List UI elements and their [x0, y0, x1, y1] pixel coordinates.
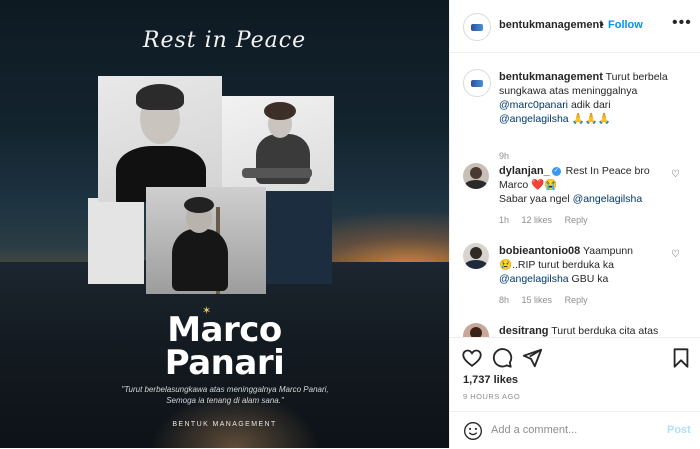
comment-icon[interactable]	[491, 347, 513, 369]
more-dots-icon[interactable]: •••	[672, 14, 692, 32]
comment-likes[interactable]: 15 likes	[522, 295, 553, 305]
post-image[interactable]: Rest in Peace ✶ Marco Panari "Turut berb…	[0, 0, 449, 448]
avatar-head	[470, 167, 482, 179]
caption-username[interactable]: bentukmanagement	[499, 71, 603, 83]
likes-count[interactable]: 1,737 likes	[463, 374, 518, 386]
comment-emoji: 😢	[499, 259, 513, 271]
caption-text: bentukmanagement Turut berbela sungkawa …	[499, 70, 675, 126]
mention-link[interactable]: @marc0panari	[499, 99, 568, 111]
comment-meta: 1h 12 likes Reply	[499, 215, 598, 225]
caption-emoji: 🙏🙏🙏	[571, 113, 611, 125]
comment-input[interactable]	[491, 420, 651, 440]
share-icon[interactable]	[521, 347, 543, 369]
avatar[interactable]	[463, 243, 489, 269]
person-hair	[264, 102, 296, 120]
mention-link[interactable]: @angelagilsha	[499, 113, 569, 125]
header-username[interactable]: bentukmanagement	[499, 19, 603, 31]
caption-meta: 9h	[499, 151, 519, 161]
avatar[interactable]	[463, 13, 491, 41]
person-legs	[242, 168, 312, 178]
add-comment-bar: Post	[450, 411, 700, 449]
post-actions: 1,737 likes 9 HOURS AGO Post	[450, 337, 700, 448]
condolence-quote: "Turut berbelasungkawa atas meninggalnya…	[121, 385, 329, 405]
caption-time[interactable]: 9h	[499, 151, 509, 161]
rest-in-peace-title: Rest in Peace	[142, 28, 307, 53]
name-line-2: Panari	[164, 343, 285, 383]
comment-text: bobieantonio08 Yaampunn 😢..RIP turut ber…	[499, 244, 667, 286]
bookmark-icon[interactable]	[670, 347, 692, 369]
comment-username[interactable]: dylanjan_	[499, 165, 550, 177]
mention-link[interactable]: @angelagilsha	[499, 273, 569, 285]
avatar[interactable]	[463, 69, 491, 97]
comment-body-2: Sabar yaa ngel	[499, 193, 570, 205]
comments-list[interactable]: bentukmanagement Turut berbela sungkawa …	[450, 53, 700, 337]
post-timestamp[interactable]: 9 HOURS AGO	[463, 392, 520, 401]
heart-icon[interactable]	[461, 347, 483, 369]
like-comment-heart-icon[interactable]: ♡	[671, 169, 680, 180]
person-silhouette	[172, 229, 228, 291]
comment-username[interactable]: desitrang	[499, 325, 549, 337]
comment-body-2: ..RIP turut berduka ka	[512, 259, 615, 271]
avatar-body	[465, 260, 487, 269]
reply-button[interactable]: Reply	[565, 215, 588, 225]
instagram-post-view: Rest in Peace ✶ Marco Panari "Turut berb…	[0, 0, 700, 448]
reply-button[interactable]: Reply	[565, 295, 588, 305]
person-hair	[136, 84, 184, 110]
like-comment-heart-icon[interactable]: ♡	[671, 249, 680, 260]
navy-block	[266, 192, 332, 284]
comment-body: Turut berduka cita atas	[551, 325, 659, 337]
comment-body: Yaampunn	[583, 245, 634, 257]
org-footer: BENTUK MANAGEMENT	[172, 421, 277, 428]
caption-body-2: adik dari	[570, 99, 611, 111]
separator-dot: •	[600, 19, 604, 31]
post-header: bentukmanagement • Follow •••	[450, 0, 700, 53]
portrait-photo-2	[222, 96, 334, 191]
emoji-smile-icon[interactable]	[463, 421, 483, 441]
comment-likes[interactable]: 12 likes	[522, 215, 553, 225]
avatar-body	[465, 180, 487, 189]
comment-text: dylanjan_ ✓ Rest In Peace bro Marco ❤️😭 S…	[499, 164, 667, 206]
comment-username[interactable]: bobieantonio08	[499, 245, 580, 257]
comment-time[interactable]: 8h	[499, 295, 509, 305]
post-comment-button[interactable]: Post	[667, 424, 691, 436]
avatar-head	[470, 247, 482, 259]
grey-block	[88, 198, 144, 284]
person-hair	[184, 197, 214, 213]
mention-link[interactable]: @angelagilsha	[573, 193, 643, 205]
avatar[interactable]	[463, 163, 489, 189]
portrait-photo-3	[146, 187, 266, 294]
name-line-1: Marco	[167, 310, 282, 350]
avatar-head	[470, 327, 482, 337]
avatar[interactable]	[463, 323, 489, 337]
follow-button[interactable]: Follow	[608, 19, 643, 31]
comment-time[interactable]: 1h	[499, 215, 509, 225]
verified-badge-icon: ✓	[551, 166, 561, 176]
brand-logo-icon	[471, 23, 483, 31]
brand-logo-icon	[471, 79, 483, 87]
comment-text: desitrang Turut berduka cita atas	[499, 324, 675, 337]
comment-body-3: GBU ka	[571, 273, 609, 285]
comment-emoji: ❤️😭	[531, 179, 558, 191]
comment-meta: 8h 15 likes Reply	[499, 295, 598, 305]
portrait-photo-1	[98, 76, 222, 202]
post-side-panel: bentukmanagement • Follow ••• bentukmana…	[449, 0, 700, 448]
